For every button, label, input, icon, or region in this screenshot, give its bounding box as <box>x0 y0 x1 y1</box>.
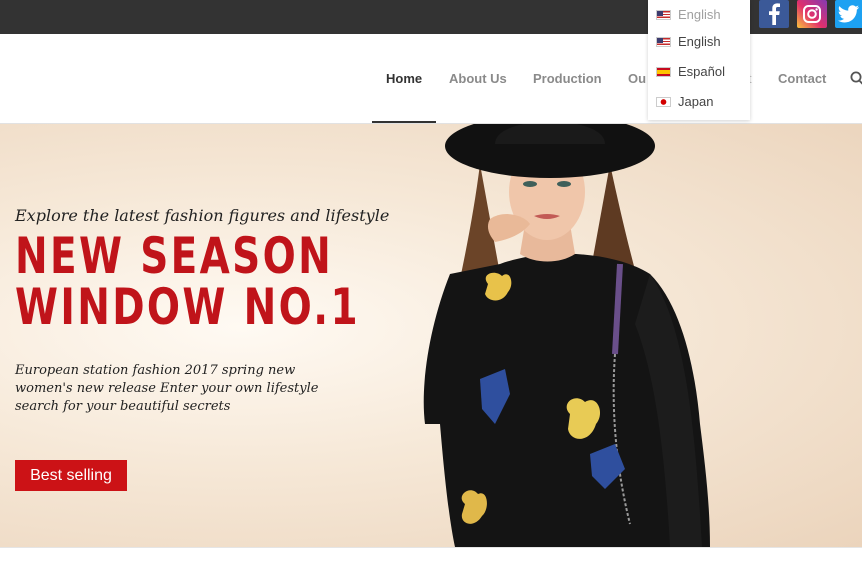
language-option-label: English <box>678 34 721 49</box>
nav-our-partial[interactable]: Ou <box>628 71 646 86</box>
nav-production[interactable]: Production <box>533 71 602 86</box>
nav-active-indicator <box>372 121 436 123</box>
us-flag-icon <box>656 9 671 20</box>
twitter-icon[interactable] <box>835 0 862 28</box>
fashion-model-image <box>423 124 710 547</box>
search-icon[interactable] <box>850 71 862 91</box>
hero-kicker: Explore the latest fashion figures and l… <box>15 206 390 225</box>
hero-headline-line1: NEW SEASON <box>15 227 334 285</box>
jp-flag-icon <box>656 96 671 107</box>
language-option-japan[interactable]: Japan <box>656 94 713 109</box>
language-option-label: Japan <box>678 94 714 109</box>
language-option-english[interactable]: English <box>656 34 721 49</box>
language-option-espanol[interactable]: Español <box>656 64 725 79</box>
nav-about-us[interactable]: About Us <box>449 71 507 86</box>
es-flag-icon <box>656 66 671 77</box>
hero-headline-line2: WINDOW NO.1 <box>15 278 360 336</box>
best-selling-button[interactable]: Best selling <box>15 460 127 491</box>
hero-description: European station fashion 2017 spring new… <box>15 363 319 414</box>
language-dropdown[interactable]: English English Español Japan <box>648 0 750 120</box>
language-current-label: English <box>678 7 721 22</box>
nav-contact[interactable]: Contact <box>778 71 826 86</box>
nav-home[interactable]: Home <box>386 71 422 86</box>
hero-banner: Explore the latest fashion figures and l… <box>0 124 862 547</box>
facebook-icon[interactable] <box>759 0 789 28</box>
hero-bottom-divider <box>0 547 862 548</box>
language-current[interactable]: English <box>656 7 721 22</box>
instagram-icon[interactable] <box>797 0 827 28</box>
language-option-label: Español <box>678 64 725 79</box>
us-flag-icon <box>656 36 671 47</box>
